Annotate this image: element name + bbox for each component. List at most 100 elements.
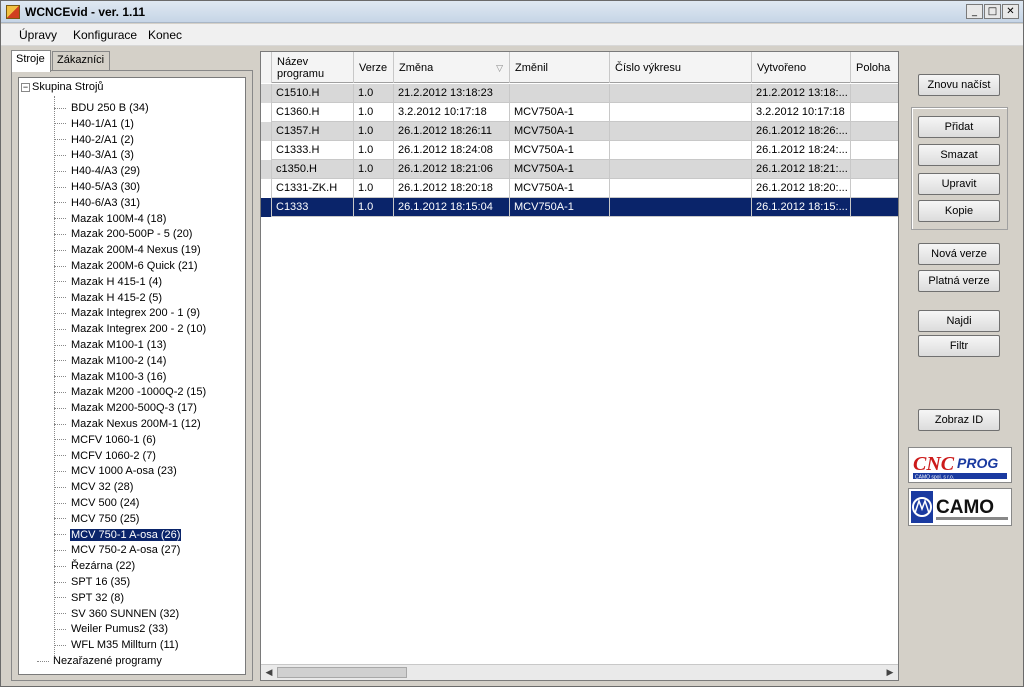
title-bar[interactable]: WCNCEvid - ver. 1.11 _ □ ✕ bbox=[1, 1, 1023, 23]
tree-item[interactable]: Mazak Nexus 200M-1 (12) bbox=[54, 416, 202, 432]
table-cell[interactable]: 1.0 bbox=[354, 179, 394, 198]
row-header[interactable] bbox=[261, 179, 272, 198]
column-header-nazev[interactable]: Název programu bbox=[272, 52, 354, 83]
new-version-button[interactable]: Nová verze bbox=[918, 243, 1000, 265]
delete-button[interactable]: Smazat bbox=[918, 144, 1000, 166]
table-cell[interactable]: C1333 bbox=[272, 198, 354, 217]
tree-item[interactable]: H40-6/A3 (31) bbox=[54, 195, 141, 211]
scroll-right-icon[interactable]: ▶ bbox=[882, 665, 898, 680]
table-cell[interactable]: 21.2.2012 13:18:23 bbox=[394, 84, 510, 103]
row-header[interactable] bbox=[261, 198, 272, 217]
menu-upravy[interactable]: Úpravy bbox=[19, 28, 57, 42]
find-button[interactable]: Najdi bbox=[918, 310, 1000, 332]
table-row[interactable]: C1331-ZK.H 1.0 26.1.2012 18:20:18 MCV750A-1… bbox=[261, 179, 898, 198]
table-cell[interactable]: 26.1.2012 18:26:11 bbox=[394, 122, 510, 141]
column-header-vytvoreno[interactable]: Vytvořeno bbox=[752, 52, 851, 83]
tree-item[interactable]: Mazak M200 -1000Q-2 (15) bbox=[54, 384, 207, 400]
table-cell[interactable]: 1.0 bbox=[354, 141, 394, 160]
table-cell[interactable]: c1350.H bbox=[272, 160, 354, 179]
tree-item[interactable]: SPT 32 (8) bbox=[54, 590, 125, 606]
tree-item[interactable]: Mazak M200-500Q-3 (17) bbox=[54, 400, 198, 416]
table-cell[interactable] bbox=[610, 160, 752, 179]
scroll-thumb[interactable] bbox=[277, 667, 407, 678]
minimize-button[interactable]: _ bbox=[966, 4, 983, 19]
tree-item[interactable]: MCV 32 (28) bbox=[54, 479, 134, 495]
table-row[interactable]: C1360.H 1.0 3.2.2012 10:17:18 MCV750A-1 3.2.… bbox=[261, 103, 898, 122]
tree-item[interactable]: MCFV 1060-1 (6) bbox=[54, 432, 157, 448]
copy-button[interactable]: Kopie bbox=[918, 200, 1000, 222]
tree-item[interactable]: Mazak Integrex 200 - 2 (10) bbox=[54, 321, 207, 337]
tree-item[interactable]: H40-4/A3 (29) bbox=[54, 163, 141, 179]
table-cell[interactable] bbox=[851, 160, 898, 179]
reload-button[interactable]: Znovu načíst bbox=[918, 74, 1000, 96]
table-cell[interactable]: 3.2.2012 10:17:18 bbox=[752, 103, 851, 122]
tree-item[interactable]: Mazak M100-2 (14) bbox=[54, 353, 167, 369]
table-cell[interactable] bbox=[851, 179, 898, 198]
table-row[interactable]: C1333.H 1.0 26.1.2012 18:24:08 MCV750A-1 26.… bbox=[261, 141, 898, 160]
tree-item[interactable]: Mazak Integrex 200 - 1 (9) bbox=[54, 305, 201, 321]
table-cell[interactable]: 1.0 bbox=[354, 198, 394, 217]
tree-item[interactable]: Mazak M100-3 (16) bbox=[54, 369, 167, 385]
table-cell[interactable] bbox=[610, 198, 752, 217]
table-cell[interactable] bbox=[610, 103, 752, 122]
horizontal-scrollbar[interactable]: ◀ ▶ bbox=[261, 664, 898, 680]
table-cell[interactable] bbox=[851, 198, 898, 217]
table-cell[interactable]: 1.0 bbox=[354, 84, 394, 103]
row-header[interactable] bbox=[261, 160, 272, 179]
close-button[interactable]: ✕ bbox=[1002, 4, 1019, 19]
tree-item[interactable]: Řezárna (22) bbox=[54, 558, 136, 574]
tree-item[interactable]: H40-5/A3 (30) bbox=[54, 179, 141, 195]
scroll-left-icon[interactable]: ◀ bbox=[261, 665, 277, 680]
row-header[interactable] bbox=[261, 122, 272, 141]
add-button[interactable]: Přidat bbox=[918, 116, 1000, 138]
table-cell[interactable]: 1.0 bbox=[354, 122, 394, 141]
tab-zakaznici[interactable]: Zákazníci bbox=[52, 51, 110, 71]
tree-item[interactable]: Mazak H 415-1 (4) bbox=[54, 274, 163, 290]
valid-version-button[interactable]: Platná verze bbox=[918, 270, 1000, 292]
table-cell[interactable]: 26.1.2012 18:15:04 bbox=[394, 198, 510, 217]
table-cell[interactable]: 26.1.2012 18:15:... bbox=[752, 198, 851, 217]
machine-tree[interactable]: − Skupina Strojů BDU 250 B (34) H40-1/A1 (… bbox=[18, 77, 246, 675]
table-cell[interactable]: 26.1.2012 18:26:... bbox=[752, 122, 851, 141]
table-row[interactable]: c1350.H 1.0 26.1.2012 18:21:06 MCV750A-1 26.… bbox=[261, 160, 898, 179]
table-row[interactable]: C1510.H 1.0 21.2.2012 13:18:23 21.2.2012 13… bbox=[261, 84, 898, 103]
menu-konfigurace[interactable]: Konfigurace bbox=[73, 28, 137, 42]
tree-item[interactable]: Mazak 200M-4 Nexus (19) bbox=[54, 242, 202, 258]
table-cell[interactable] bbox=[851, 84, 898, 103]
table-cell[interactable]: MCV750A-1 bbox=[510, 198, 610, 217]
filter-button[interactable]: Filtr bbox=[918, 335, 1000, 357]
tree-item[interactable]: MCV 750-1 A-osa (26) bbox=[54, 527, 183, 543]
tree-item[interactable]: Mazak 200-500P - 5 (20) bbox=[54, 226, 193, 242]
table-cell[interactable]: 26.1.2012 18:24:... bbox=[752, 141, 851, 160]
column-header-zmena[interactable]: Změna ▽ bbox=[394, 52, 510, 83]
row-header[interactable] bbox=[261, 84, 272, 103]
table-cell[interactable]: C1510.H bbox=[272, 84, 354, 103]
tree-item-unassigned[interactable]: Nezařazené programy bbox=[37, 653, 162, 669]
column-header-verze[interactable]: Verze bbox=[354, 52, 394, 83]
table-cell[interactable]: 26.1.2012 18:21:... bbox=[752, 160, 851, 179]
table-cell[interactable]: 3.2.2012 10:17:18 bbox=[394, 103, 510, 122]
table-cell[interactable] bbox=[610, 141, 752, 160]
column-header-cislo-vykresu[interactable]: Číslo výkresu bbox=[610, 52, 752, 83]
tree-item[interactable]: Mazak 100M-4 (18) bbox=[54, 211, 167, 227]
table-cell[interactable]: MCV750A-1 bbox=[510, 179, 610, 198]
table-cell[interactable]: MCV750A-1 bbox=[510, 122, 610, 141]
tree-item[interactable]: MCV 750 (25) bbox=[54, 511, 140, 527]
table-cell[interactable]: 26.1.2012 18:20:... bbox=[752, 179, 851, 198]
table-cell[interactable]: 26.1.2012 18:20:18 bbox=[394, 179, 510, 198]
table-cell[interactable]: 1.0 bbox=[354, 103, 394, 122]
tree-item[interactable]: MCV 500 (24) bbox=[54, 495, 140, 511]
tree-item[interactable]: MCV 1000 A-osa (23) bbox=[54, 463, 178, 479]
row-header[interactable] bbox=[261, 103, 272, 122]
menu-konec[interactable]: Konec bbox=[148, 28, 182, 42]
tree-item[interactable]: BDU 250 B (34) bbox=[54, 100, 150, 116]
tree-item[interactable]: WFL M35 Millturn (11) bbox=[54, 637, 180, 653]
tree-item[interactable]: MCV 750-2 A-osa (27) bbox=[54, 542, 181, 558]
tree-item[interactable]: H40-1/A1 (1) bbox=[54, 116, 135, 132]
table-cell[interactable] bbox=[851, 103, 898, 122]
show-id-button[interactable]: Zobraz ID bbox=[918, 409, 1000, 431]
row-header[interactable] bbox=[261, 141, 272, 160]
table-cell[interactable]: 26.1.2012 18:24:08 bbox=[394, 141, 510, 160]
tree-item[interactable]: H40-3/A1 (3) bbox=[54, 147, 135, 163]
column-header-poloha[interactable]: Poloha bbox=[851, 52, 898, 83]
